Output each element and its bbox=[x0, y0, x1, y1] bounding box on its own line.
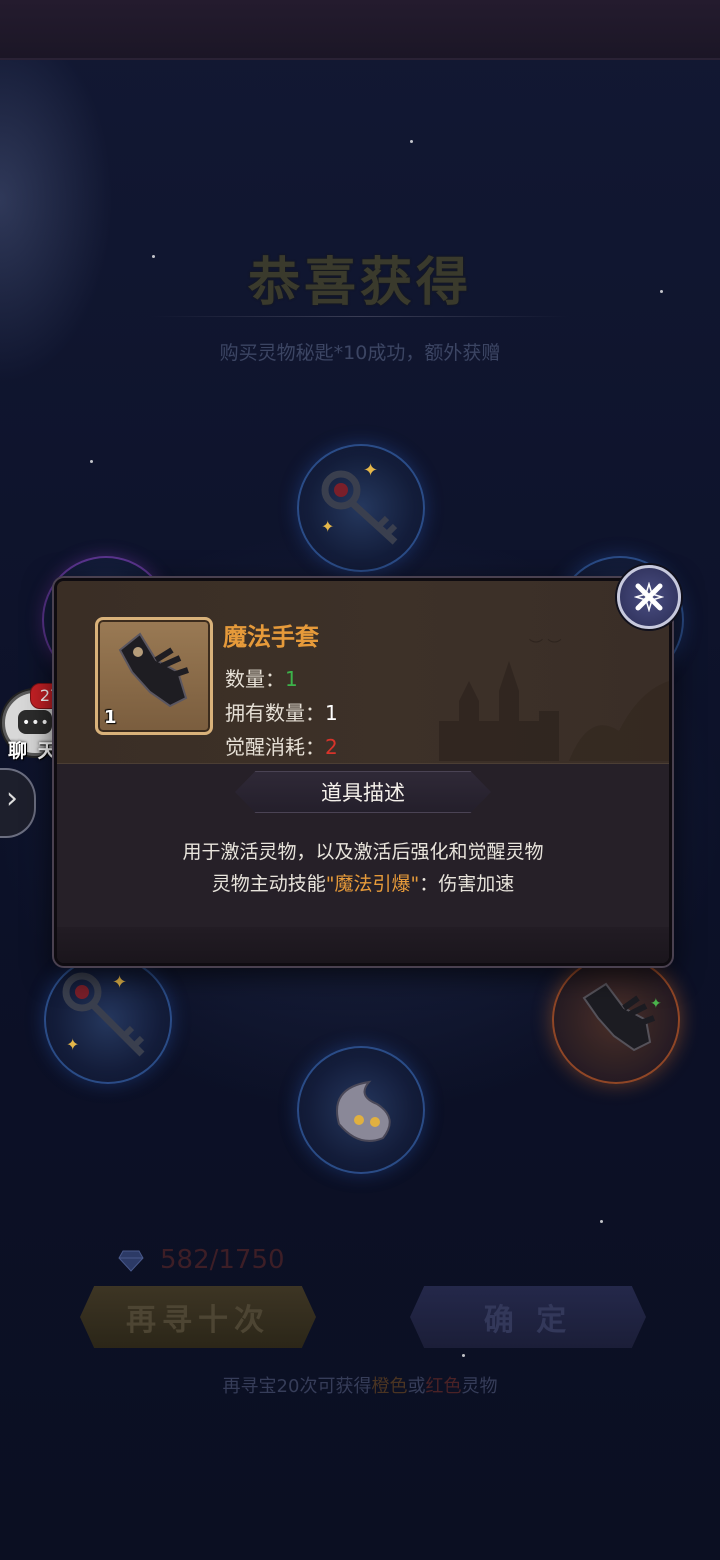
confirm-button[interactable]: 确 定 bbox=[410, 1286, 646, 1348]
stat-value: 1 bbox=[285, 667, 298, 691]
tip-orange: 橙色 bbox=[371, 1376, 408, 1397]
key-icon: ✦ ✦ bbox=[62, 972, 145, 1057]
stat-owned: 拥有数量：1 bbox=[225, 697, 338, 726]
reward-orb-key[interactable]: ✦ ✦ bbox=[44, 956, 172, 1084]
popup-footer bbox=[57, 927, 669, 963]
castle-decoration: ︶ ︶ bbox=[439, 639, 669, 761]
stat-label: 数量： bbox=[225, 667, 285, 691]
item-quantity-label: 1 bbox=[104, 707, 117, 728]
svg-text:✦: ✦ bbox=[650, 996, 662, 1012]
svg-text:︶ ︶: ︶ ︶ bbox=[529, 639, 561, 655]
star-decoration bbox=[600, 1220, 603, 1223]
tip-suffix: 灵物 bbox=[461, 1376, 498, 1397]
description-header: 道具描述 bbox=[235, 771, 491, 813]
stat-value: 1 bbox=[325, 701, 338, 725]
svg-text:✦: ✦ bbox=[66, 1035, 79, 1054]
chat-dots: ••• bbox=[22, 715, 50, 731]
close-button[interactable] bbox=[617, 565, 681, 629]
item-name: 魔法手套 bbox=[223, 623, 319, 651]
reward-orb-spirit[interactable] bbox=[297, 1046, 425, 1174]
title-divider bbox=[150, 316, 570, 317]
star-decoration bbox=[462, 1354, 465, 1357]
stat-label: 拥有数量： bbox=[225, 701, 325, 725]
desc-text: ：伤害加速 bbox=[419, 873, 515, 895]
description-line-2: 灵物主动技能"魔法引爆"：伤害加速 bbox=[57, 869, 669, 896]
item-detail-popup: ︶ ︶ 1 魔法手套 数量：1 拥有数量：1 觉醒消耗：2 道具描述 用于激活灵… bbox=[54, 578, 672, 966]
svg-text:✦: ✦ bbox=[112, 972, 127, 993]
tip-red: 红色 bbox=[425, 1376, 462, 1397]
star-decoration bbox=[90, 460, 93, 463]
stat-label: 觉醒消耗： bbox=[225, 735, 325, 759]
currency-amount: 582/1750 bbox=[160, 1245, 285, 1275]
tip-or: 或 bbox=[407, 1376, 426, 1397]
ghost-spirit-icon bbox=[336, 1080, 391, 1142]
stat-quantity: 数量：1 bbox=[225, 663, 298, 692]
reward-tip: 再寻宝20次可获得橙色或红色灵物 bbox=[0, 1372, 720, 1398]
page-title: 恭喜获得 bbox=[247, 252, 472, 313]
diamond-icon bbox=[118, 1250, 144, 1272]
search-again-button[interactable]: 再寻十次 bbox=[80, 1286, 316, 1348]
desc-text: 灵物主动技能 bbox=[211, 873, 326, 895]
chevron-right-icon: › bbox=[6, 781, 18, 816]
chat-label[interactable]: 聊 天 bbox=[8, 736, 59, 763]
star-decoration bbox=[410, 140, 413, 143]
close-icon bbox=[634, 582, 664, 612]
glove-icon: ✦ bbox=[582, 982, 662, 1052]
svg-text:✦: ✦ bbox=[363, 460, 378, 481]
subtitle: 购买灵物秘匙*10成功，额外获赠 bbox=[219, 342, 501, 364]
reward-orb-key[interactable]: ✦ ✦ bbox=[297, 444, 425, 572]
top-banner bbox=[0, 0, 720, 60]
skill-name-highlight: "魔法引爆" bbox=[325, 873, 420, 895]
key-icon: ✦ ✦ bbox=[321, 460, 398, 545]
stat-awaken-cost: 觉醒消耗：2 bbox=[225, 731, 338, 760]
tip-prefix: 再寻宝20次可获得 bbox=[222, 1376, 372, 1397]
reward-orb-glove[interactable]: ✦ bbox=[552, 956, 680, 1084]
popup-header: ︶ ︶ 1 魔法手套 数量：1 拥有数量：1 觉醒消耗：2 bbox=[57, 581, 669, 764]
svg-text:✦: ✦ bbox=[321, 517, 334, 536]
description-line-1: 用于激活灵物，以及激活后强化和觉醒灵物 bbox=[182, 841, 544, 863]
stat-value: 2 bbox=[325, 735, 338, 759]
item-icon-frame: 1 bbox=[95, 617, 213, 735]
